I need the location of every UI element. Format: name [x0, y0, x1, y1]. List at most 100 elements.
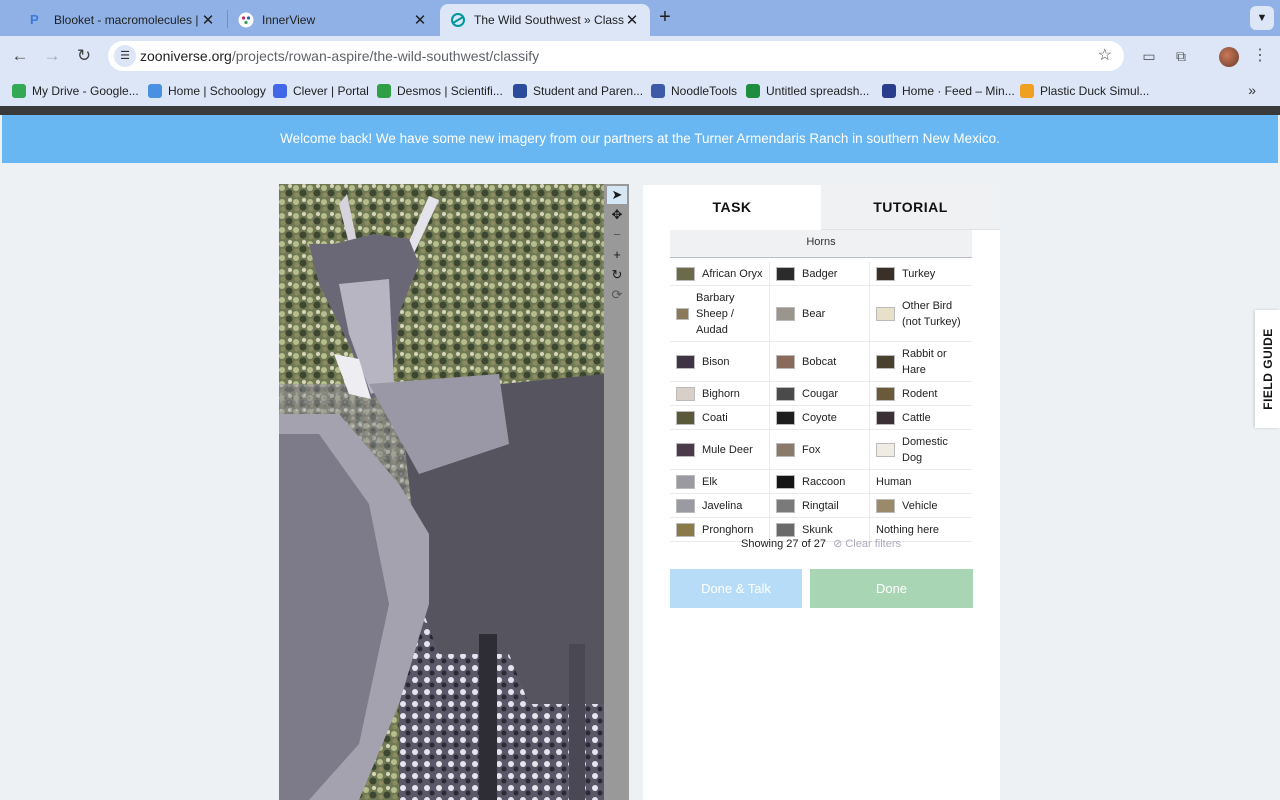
- zoom-out-icon[interactable]: −: [607, 226, 627, 244]
- tab-task[interactable]: TASK: [643, 185, 821, 230]
- close-icon[interactable]: ✕: [200, 11, 216, 29]
- back-arrow-icon[interactable]: ←: [8, 44, 32, 68]
- species-thumbnail: [776, 266, 795, 281]
- species-thumbnail: [676, 307, 689, 320]
- bookmark-label: Student and Paren...: [533, 84, 644, 98]
- species-choice[interactable]: Coati: [670, 406, 770, 429]
- pointer-icon[interactable]: ➤: [607, 186, 627, 204]
- profile-avatar[interactable]: [1219, 47, 1239, 67]
- reset-icon[interactable]: ⟳: [607, 286, 627, 304]
- tab-blooket[interactable]: P Blooket - macromolecules | S ✕: [20, 4, 226, 36]
- species-choice[interactable]: Bison: [670, 342, 770, 381]
- bookmark-spreadsheet[interactable]: Untitled spreadsh...: [746, 82, 869, 100]
- site-info-icon[interactable]: ☰: [114, 45, 136, 67]
- species-label: Pronghorn: [702, 523, 754, 536]
- bookmark-plastic-duck[interactable]: Plastic Duck Simul...: [1020, 82, 1149, 100]
- species-thumbnail: [876, 410, 895, 425]
- clear-filters-link[interactable]: ⊘ Clear filters: [833, 538, 901, 550]
- species-label: Cougar: [802, 387, 839, 400]
- species-choice[interactable]: Human: [870, 470, 970, 493]
- species-choice[interactable]: Domestic Dog: [870, 430, 970, 469]
- bookmark-label: Home · Feed – Min...: [902, 84, 1015, 98]
- move-icon[interactable]: ✥: [607, 206, 627, 224]
- image-toolbar: ➤ ✥ − + ↻ ⟳: [604, 184, 629, 800]
- species-choice[interactable]: Cattle: [870, 406, 970, 429]
- species-choice[interactable]: Other Bird (not Turkey): [870, 286, 970, 341]
- bookmark-my-drive[interactable]: My Drive - Google...: [12, 82, 139, 100]
- site-header-strip: [0, 106, 1280, 115]
- close-icon[interactable]: ✕: [624, 11, 640, 29]
- species-thumbnail: [876, 386, 895, 401]
- field-guide-tab[interactable]: FIELD GUIDE: [1255, 310, 1280, 428]
- species-choice[interactable]: Badger: [770, 262, 870, 285]
- species-choice[interactable]: Javelina: [670, 494, 770, 517]
- species-label: Vehicle: [902, 499, 938, 512]
- tab-innerview[interactable]: InnerView ✕: [228, 4, 438, 36]
- chevron-down-icon[interactable]: ▼: [1250, 6, 1274, 30]
- bookmarks-bar: My Drive - Google... Home | Schoology Cl…: [0, 76, 1280, 106]
- clever-icon: [273, 84, 287, 98]
- species-choice[interactable]: Rabbit or Hare: [870, 342, 970, 381]
- extensions-icon[interactable]: ⧉: [1171, 46, 1191, 66]
- species-choice[interactable]: Elk: [670, 470, 770, 493]
- species-row: Coati Coyote Cattle: [670, 406, 972, 430]
- species-choice[interactable]: Vehicle: [870, 494, 970, 517]
- species-choice[interactable]: Bobcat: [770, 342, 870, 381]
- bookmark-clever[interactable]: Clever | Portal: [273, 82, 369, 100]
- species-thumbnail: [776, 474, 795, 489]
- species-choice[interactable]: Barbary Sheep / Audad: [670, 286, 770, 341]
- species-thumbnail: [676, 474, 695, 489]
- species-choice[interactable]: African Oryx: [670, 262, 770, 285]
- address-bar[interactable]: ☰ zooniverse.org/projects/rowan-aspire/t…: [108, 41, 1124, 71]
- done-button[interactable]: Done: [810, 569, 973, 608]
- species-thumbnail: [776, 442, 795, 457]
- reload-icon[interactable]: ↻: [72, 44, 96, 68]
- species-row: Elk Raccoon Human: [670, 470, 972, 494]
- species-choice[interactable]: Rodent: [870, 382, 970, 405]
- bookmark-label: Plastic Duck Simul...: [1040, 84, 1150, 98]
- bookmark-noodletools[interactable]: NoodleTools: [651, 82, 737, 100]
- active-filter-horns[interactable]: Horns: [670, 230, 972, 258]
- task-panel: TASK TUTORIAL Horns African Oryx Badger Tu…: [643, 185, 1000, 800]
- species-choice[interactable]: Fox: [770, 430, 870, 469]
- species-label: Bighorn: [702, 387, 740, 400]
- rotate-icon[interactable]: ↻: [607, 266, 627, 284]
- tab-strip: P Blooket - macromolecules | S ✕ InnerVi…: [0, 0, 1280, 36]
- schoology-icon: [148, 84, 162, 98]
- species-choice[interactable]: Raccoon: [770, 470, 870, 493]
- tab-tutorial[interactable]: TUTORIAL: [821, 185, 1000, 230]
- more-bookmarks-icon[interactable]: »: [1248, 82, 1256, 98]
- subject-image[interactable]: [279, 184, 604, 800]
- tab-zooniverse[interactable]: The Wild Southwest » Classif ✕: [440, 4, 650, 36]
- url-text[interactable]: zooniverse.org/projects/rowan-aspire/the…: [140, 48, 539, 64]
- more-vert-icon[interactable]: ⋮: [1250, 46, 1270, 66]
- bookmark-star-icon[interactable]: ☆: [1098, 45, 1112, 65]
- species-choice[interactable]: Turkey: [870, 262, 970, 285]
- species-row: Javelina Ringtail Vehicle: [670, 494, 972, 518]
- bookmark-desmos[interactable]: Desmos | Scientifi...: [377, 82, 503, 100]
- species-thumbnail: [676, 522, 695, 537]
- bookmark-schoology[interactable]: Home | Schoology: [148, 82, 266, 100]
- species-label: Human: [876, 475, 912, 488]
- species-choice[interactable]: Bear: [770, 286, 870, 341]
- cast-icon[interactable]: ▭: [1139, 46, 1159, 66]
- bookmark-minerva[interactable]: Home · Feed – Min...: [882, 82, 1015, 100]
- zoom-in-icon[interactable]: +: [607, 246, 627, 264]
- species-choice[interactable]: Bighorn: [670, 382, 770, 405]
- species-choice[interactable]: Coyote: [770, 406, 870, 429]
- species-thumbnail: [876, 354, 895, 369]
- forward-arrow-icon[interactable]: →: [40, 44, 64, 68]
- species-label: Fox: [802, 443, 821, 456]
- species-choice[interactable]: Ringtail: [770, 494, 870, 517]
- close-icon[interactable]: ✕: [412, 11, 428, 29]
- bookmark-student-parent[interactable]: Student and Paren...: [513, 82, 643, 100]
- browser-toolbar: ← → ↻ ☰ zooniverse.org/projects/rowan-as…: [0, 36, 1280, 76]
- tab-title: Blooket - macromolecules | S: [54, 13, 200, 27]
- species-thumbnail: [676, 410, 695, 425]
- done-and-talk-button[interactable]: Done & Talk: [670, 569, 802, 608]
- zooniverse-icon: [450, 12, 466, 28]
- new-tab-icon[interactable]: +: [654, 6, 676, 28]
- species-choice[interactable]: Cougar: [770, 382, 870, 405]
- species-thumbnail: [676, 386, 695, 401]
- species-choice[interactable]: Mule Deer: [670, 430, 770, 469]
